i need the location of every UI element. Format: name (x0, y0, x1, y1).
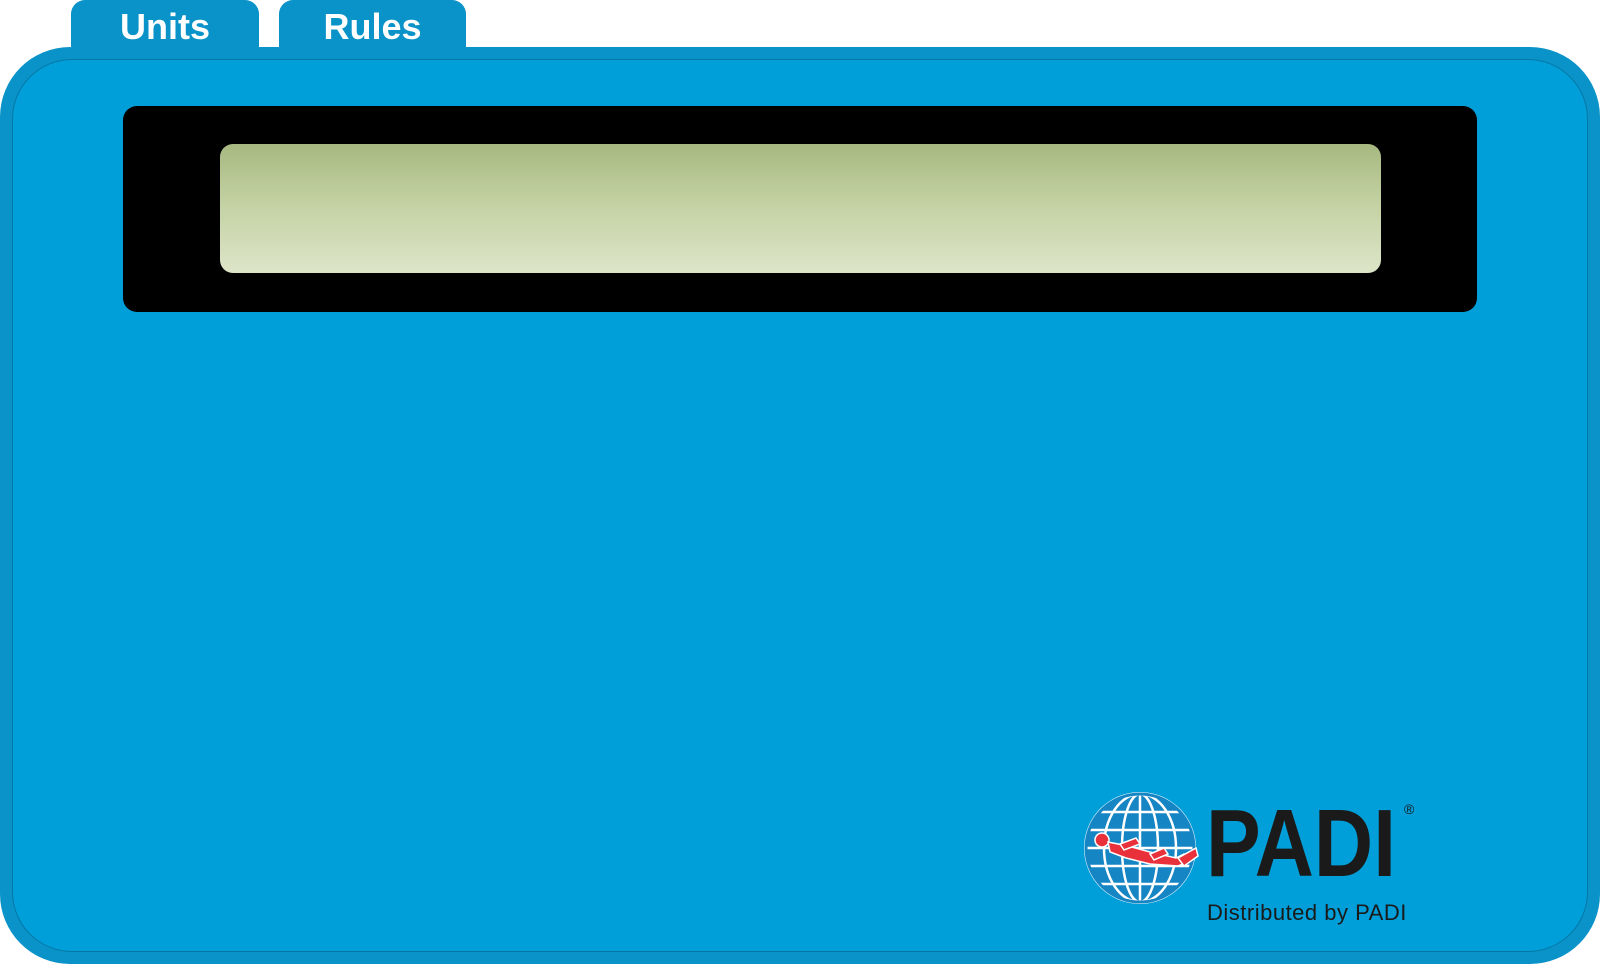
padi-wordmark: PADI ® (1206, 798, 1415, 884)
padi-logo: PADI ® Distributed by PADI (1080, 788, 1440, 938)
registered-mark: ® (1404, 801, 1415, 817)
distributed-by-tagline: Distributed by PADI (1207, 900, 1407, 925)
display-bezel (123, 106, 1477, 312)
dive-planner-app: Units Rules PADI ® Distributed by PADI (0, 0, 1600, 964)
tab-rules-label: Rules (323, 6, 422, 47)
tab-units-label: Units (120, 6, 210, 47)
lcd-screen (220, 144, 1381, 273)
svg-text:PADI: PADI (1206, 798, 1396, 884)
globe-diver-icon (1084, 792, 1199, 904)
